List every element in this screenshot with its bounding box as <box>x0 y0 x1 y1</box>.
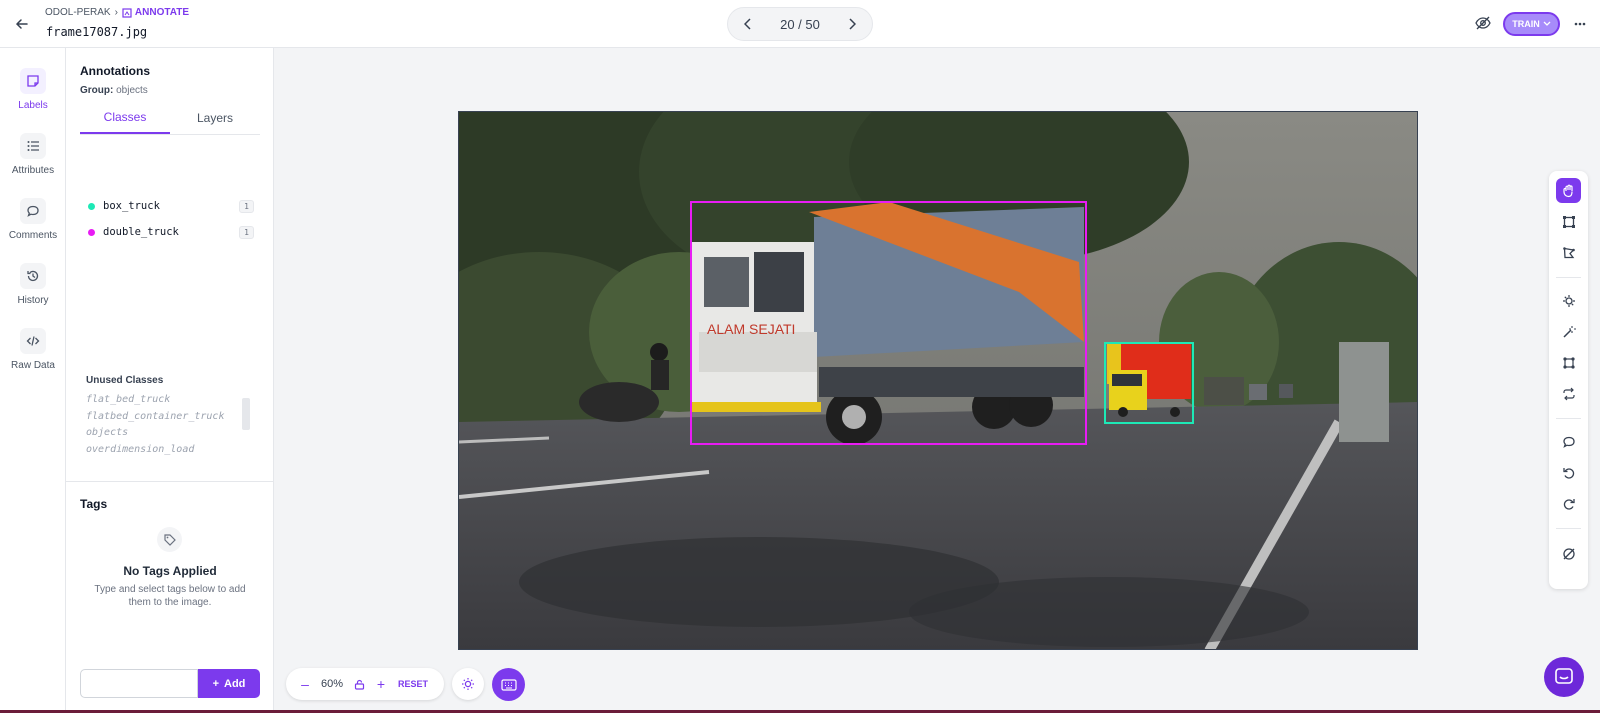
tool-separator <box>1556 277 1581 278</box>
tool-separator <box>1556 418 1581 419</box>
bbox-double-truck[interactable] <box>690 201 1087 445</box>
class-name: box_truck <box>103 200 160 212</box>
annotations-panel: Annotations Group: objects Classes Layer… <box>66 48 274 713</box>
file-name: frame17087.jpg <box>46 25 148 39</box>
brightness-icon[interactable] <box>452 668 484 700</box>
tag-input[interactable] <box>80 669 198 698</box>
code-icon <box>20 328 46 354</box>
history-icon <box>20 263 46 289</box>
rail-item-attributes[interactable]: Attributes <box>0 133 66 176</box>
side-rail: Labels Attributes Comments History Raw D… <box>0 48 66 713</box>
polygon-tool-icon[interactable] <box>1556 240 1581 265</box>
unused-classes-title: Unused Classes <box>86 375 164 386</box>
support-chat-icon[interactable] <box>1544 657 1584 697</box>
breadcrumb-mode: ANNOTATE <box>122 7 189 18</box>
panel-title: Annotations <box>80 64 150 78</box>
class-count: 1 <box>239 199 254 213</box>
reset-zoom-button[interactable]: RESET <box>398 679 428 689</box>
list-icon <box>20 133 46 159</box>
unused-class-item[interactable]: pickup_truck <box>86 458 236 460</box>
tabs-divider <box>80 134 260 135</box>
next-image-button[interactable] <box>842 14 862 34</box>
breadcrumb: ODOL-PERAK › ANNOTATE <box>45 7 189 18</box>
breadcrumb-project[interactable]: ODOL-PERAK <box>45 7 111 18</box>
rail-item-raw-data[interactable]: Raw Data <box>0 328 66 371</box>
group-line: Group: objects <box>80 85 148 96</box>
unused-class-item[interactable]: flat_bed_truck <box>86 392 236 409</box>
null-annotation-icon[interactable] <box>1556 541 1581 566</box>
keyboard-shortcuts-icon[interactable] <box>492 668 525 701</box>
breadcrumb-separator: › <box>114 7 118 18</box>
tab-classes[interactable]: Classes <box>80 102 170 134</box>
unused-class-item[interactable]: flatbed_container_truck <box>86 409 236 426</box>
lock-zoom-icon[interactable] <box>348 673 370 695</box>
unused-class-item[interactable]: objects <box>86 425 236 442</box>
unused-list-scrollbar[interactable] <box>242 398 250 430</box>
panel-tabs: Classes Layers <box>80 102 260 186</box>
annotation-canvas[interactable]: ALAM SEJATI <box>458 111 1418 650</box>
class-count: 1 <box>239 225 254 239</box>
bbox-box-truck[interactable] <box>1104 342 1194 424</box>
plus-icon: + <box>212 677 220 690</box>
hand-tool-icon[interactable] <box>1556 178 1581 203</box>
chevron-left-icon <box>744 18 751 30</box>
zoom-in-button[interactable]: + <box>370 673 392 695</box>
more-options-icon[interactable] <box>1570 14 1590 34</box>
unused-class-item[interactable]: overdimension_load <box>86 442 236 459</box>
repeat-tool-icon[interactable] <box>1556 381 1581 406</box>
magic-wand-tool-icon[interactable] <box>1556 319 1581 344</box>
chevron-right-icon <box>849 18 856 30</box>
tab-layers[interactable]: Layers <box>170 102 260 134</box>
hide-annotations-icon[interactable] <box>1474 14 1494 34</box>
tool-separator <box>1556 528 1581 529</box>
zoom-controls: – 60% + RESET <box>286 668 444 700</box>
label-icon <box>20 68 46 94</box>
pager-text: 20 / 50 <box>780 16 820 32</box>
top-bar: ODOL-PERAK › ANNOTATE frame17087.jpg 20 … <box>0 0 1600 48</box>
class-color-dot <box>88 202 95 210</box>
no-tags-title: No Tags Applied <box>123 564 217 578</box>
image-pager: 20 / 50 <box>727 7 873 41</box>
panel-divider <box>66 481 274 482</box>
class-row-box-truck[interactable]: box_truck 1 <box>88 197 254 215</box>
back-arrow-icon[interactable] <box>12 14 32 34</box>
chevron-down-icon <box>1543 21 1551 26</box>
annotate-icon <box>122 7 132 18</box>
smart-select-tool-icon[interactable] <box>1556 288 1581 313</box>
keypoint-tool-icon[interactable] <box>1556 350 1581 375</box>
class-name: double_truck <box>103 226 179 238</box>
zoom-value: 60% <box>320 678 344 690</box>
undo-icon[interactable] <box>1556 460 1581 485</box>
class-row-double-truck[interactable]: double_truck 1 <box>88 223 254 241</box>
train-button[interactable]: TRAIN <box>1503 12 1560 36</box>
rail-item-history[interactable]: History <box>0 263 66 306</box>
tag-icon <box>157 527 182 552</box>
zoom-out-button[interactable]: – <box>294 673 316 695</box>
add-tag-button[interactable]: + Add <box>198 669 260 698</box>
redo-icon[interactable] <box>1556 491 1581 516</box>
prev-image-button[interactable] <box>738 14 758 34</box>
bounding-box-tool-icon[interactable] <box>1556 209 1581 234</box>
rail-item-comments[interactable]: Comments <box>0 198 66 241</box>
tags-title: Tags <box>80 497 108 511</box>
unused-classes-list: flat_bed_truck flatbed_container_truck o… <box>86 392 236 460</box>
no-tags-subtitle: Type and select tags below to add them t… <box>94 584 246 608</box>
class-color-dot <box>88 228 95 236</box>
tool-palette <box>1549 171 1588 589</box>
group-value: objects <box>116 85 148 96</box>
comment-icon <box>20 198 46 224</box>
rail-item-labels[interactable]: Labels <box>0 68 66 111</box>
comment-tool-icon[interactable] <box>1556 429 1581 454</box>
